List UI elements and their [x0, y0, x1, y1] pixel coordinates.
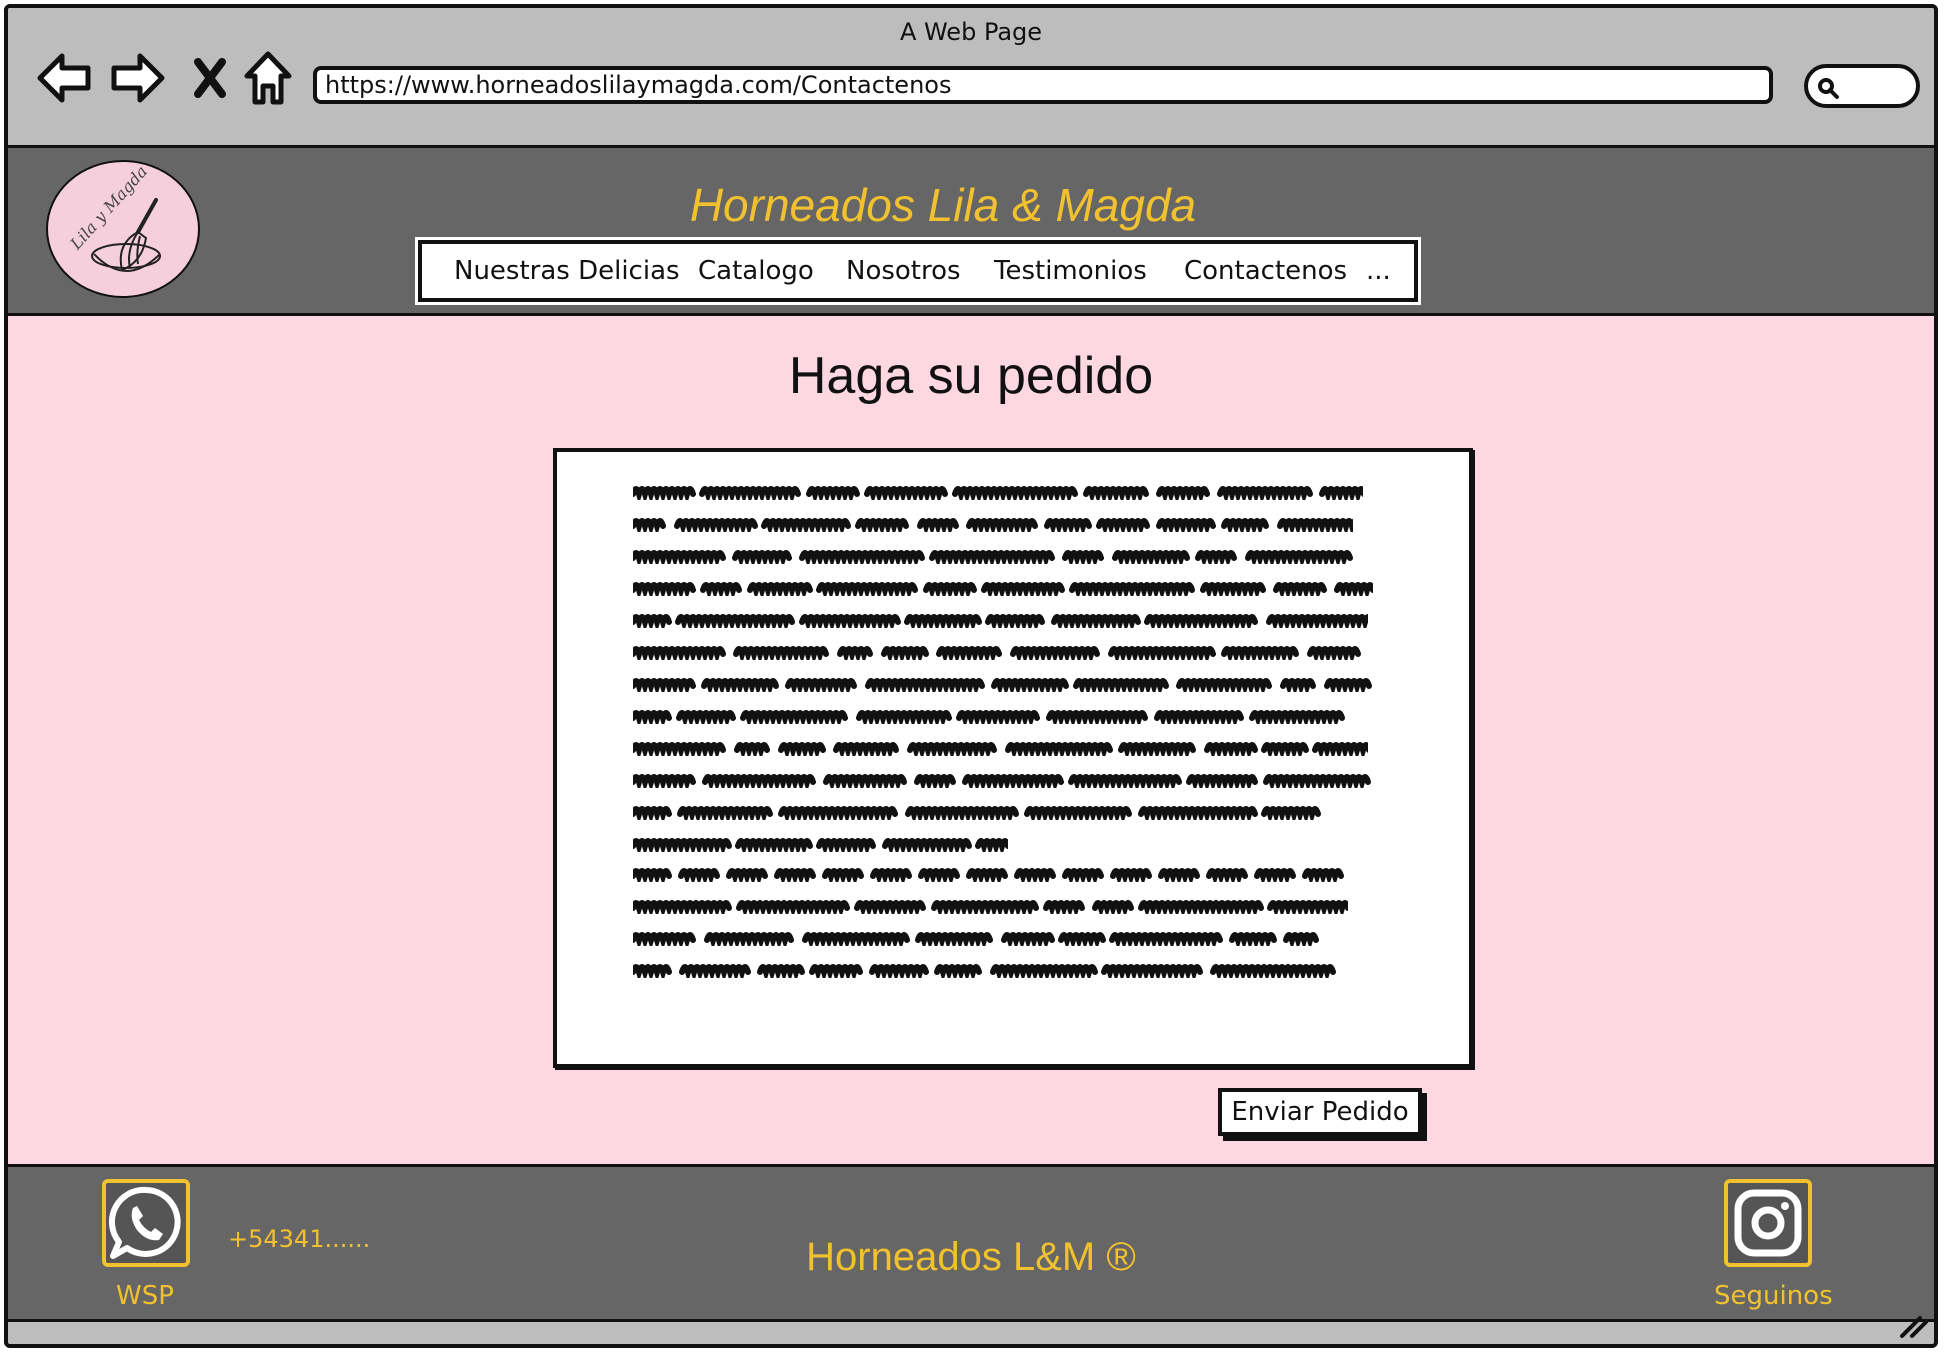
browser-window: A Web Page https://www.horneadoslilaymag…: [4, 4, 1938, 1348]
menu-item-nosotros[interactable]: Nosotros: [846, 256, 961, 286]
scribble-line: [633, 582, 1373, 596]
browser-search-field[interactable]: [1804, 64, 1920, 108]
scribble-line: [633, 900, 1348, 914]
scribble-line: [633, 550, 1353, 564]
scribble-line: [633, 646, 1361, 660]
forward-button[interactable]: [108, 48, 168, 108]
whatsapp-label: WSP: [116, 1281, 174, 1311]
instagram-label: Seguinos: [1714, 1281, 1833, 1311]
scribble-line: [633, 932, 1319, 946]
resize-grip-icon[interactable]: [1898, 1314, 1928, 1340]
order-textarea[interactable]: [553, 448, 1473, 1068]
logo[interactable]: Lila y Magda: [46, 160, 200, 298]
menu-item-more[interactable]: ...: [1366, 256, 1391, 286]
search-icon: [1818, 78, 1839, 99]
home-icon: [244, 51, 292, 105]
scribble-line: [633, 868, 1344, 882]
back-arrow-icon: [37, 53, 91, 103]
menu-item-catalogo[interactable]: Catalogo: [698, 256, 814, 286]
menu-item-nuestras-delicias[interactable]: Nuestras Delicias: [454, 256, 680, 286]
scribble-line: [633, 678, 1372, 692]
scribble-line: [633, 964, 1336, 978]
home-button[interactable]: [238, 48, 298, 108]
menu-item-contactenos[interactable]: Contactenos: [1184, 256, 1347, 286]
stop-button[interactable]: [180, 48, 240, 108]
menu-item-testimonios[interactable]: Testimonios: [994, 256, 1147, 286]
main-menu: Nuestras Delicias Catalogo Nosotros Test…: [415, 237, 1421, 305]
back-button[interactable]: [34, 48, 94, 108]
page-title: Haga su pedido: [788, 347, 1154, 405]
scribble-line: [633, 710, 1345, 724]
scribble-line: [633, 486, 1363, 500]
browser-chrome: A Web Page https://www.horneadoslilaymag…: [8, 8, 1934, 148]
site-title: Horneados Lila & Magda: [689, 179, 1197, 231]
scribble-line: [633, 518, 1353, 532]
main-content: Haga su pedido Enviar Pedido: [8, 316, 1934, 1164]
whisk-icon: [91, 198, 161, 272]
window-title: A Web Page: [899, 18, 1043, 46]
scribble-line: [633, 614, 1368, 628]
scribble-line: [633, 806, 1321, 820]
site-header: Lila y Magda Horneados Lila & Magda Nues…: [8, 148, 1934, 316]
scribble-line: [633, 774, 1371, 788]
site-footer: WSP +54341...... Horneados L&M ® Seguino…: [8, 1164, 1934, 1322]
instagram-button[interactable]: [1724, 1179, 1812, 1267]
footer-brand: Horneados L&M ®: [806, 1235, 1136, 1279]
send-order-button[interactable]: Enviar Pedido: [1218, 1088, 1422, 1136]
close-icon: [194, 58, 226, 98]
scribble-line: [633, 742, 1368, 756]
scribble-line: [633, 838, 1008, 852]
url-bar[interactable]: https://www.horneadoslilaymagda.com/Cont…: [313, 66, 1773, 104]
instagram-icon: [1734, 1189, 1802, 1257]
forward-arrow-icon: [111, 53, 165, 103]
